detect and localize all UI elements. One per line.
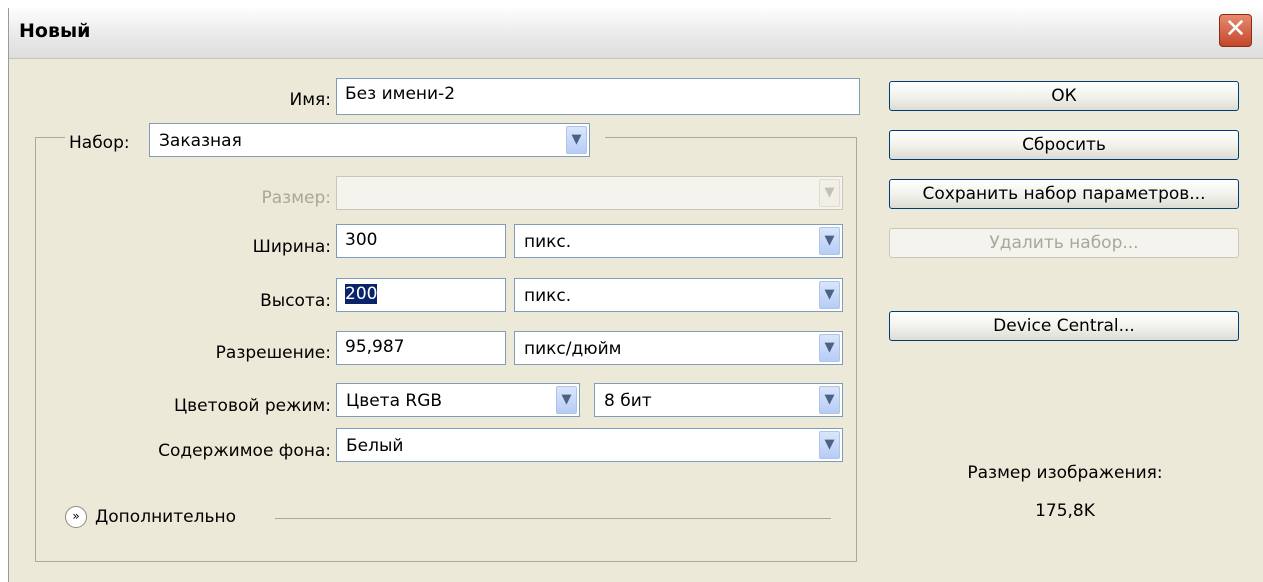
width-input[interactable]: 300: [336, 224, 506, 258]
name-value: Без имени-2: [345, 84, 456, 104]
resolution-label: Разрешение:: [215, 343, 331, 363]
image-size-label: Размер изображения:: [967, 463, 1163, 483]
width-unit-value: пикс.: [524, 232, 572, 252]
bit-depth-select[interactable]: 8 бит ▼: [594, 383, 843, 417]
resolution-unit-value: пикс/дюйм: [524, 339, 622, 359]
width-value: 300: [345, 230, 378, 250]
size-select: ▼: [336, 176, 843, 210]
color-mode-label: Цветовой режим:: [173, 396, 331, 416]
width-label: Ширина:: [252, 237, 331, 257]
chevron-down-icon[interactable]: ▼: [819, 386, 840, 414]
name-input[interactable]: Без имени-2: [336, 78, 860, 115]
preset-select[interactable]: Заказная ▼: [149, 123, 590, 157]
title-bar[interactable]: Новый ✕: [9, 8, 1263, 59]
name-label: Имя:: [289, 90, 332, 110]
expand-chevron-icon[interactable]: »: [65, 506, 87, 528]
size-label: Размер:: [261, 188, 331, 208]
group-border-left: [35, 137, 65, 138]
chevron-down-icon[interactable]: ▼: [819, 281, 840, 309]
reset-button[interactable]: Сбросить: [889, 130, 1239, 160]
chevron-down-icon: ▼: [819, 179, 840, 207]
advanced-divider: [275, 518, 831, 519]
device-central-button[interactable]: Device Central...: [889, 311, 1239, 341]
height-unit-select[interactable]: пикс. ▼: [514, 278, 843, 312]
height-input[interactable]: 200: [336, 278, 506, 312]
height-value: 200: [345, 284, 378, 304]
resolution-unit-select[interactable]: пикс/дюйм ▼: [514, 331, 843, 365]
close-icon[interactable]: ✕: [1219, 14, 1252, 47]
image-size-value: 175,8K: [1035, 501, 1095, 521]
group-border-right: [605, 137, 857, 138]
advanced-label[interactable]: Дополнительно: [95, 507, 236, 527]
dialog-title: Новый: [19, 20, 91, 42]
height-label: Высота:: [260, 291, 331, 311]
preset-label-text: Набор:: [69, 133, 130, 153]
ok-button[interactable]: ОК: [889, 81, 1239, 111]
new-document-dialog: Новый ✕ Имя: Без имени-2 Набор: Заказная…: [8, 8, 1263, 582]
background-value: Белый: [346, 436, 404, 456]
resolution-input[interactable]: 95,987: [336, 331, 506, 365]
chevron-down-icon[interactable]: ▼: [819, 431, 840, 459]
width-unit-select[interactable]: пикс. ▼: [514, 224, 843, 258]
color-mode-value: Цвета RGB: [346, 391, 443, 411]
chevron-down-icon[interactable]: ▼: [819, 227, 840, 255]
chevron-down-icon[interactable]: ▼: [566, 126, 587, 154]
color-mode-select[interactable]: Цвета RGB ▼: [336, 383, 580, 417]
chevron-down-icon[interactable]: ▼: [819, 334, 840, 362]
preset-label: Набор:: [69, 133, 130, 153]
resolution-value: 95,987: [345, 337, 405, 357]
background-label: Содержимое фона:: [158, 441, 331, 461]
save-preset-button[interactable]: Сохранить набор параметров...: [889, 179, 1239, 209]
chevron-down-icon[interactable]: ▼: [556, 386, 577, 414]
height-unit-value: пикс.: [524, 286, 572, 306]
delete-preset-button: Удалить набор...: [889, 228, 1239, 258]
background-select[interactable]: Белый ▼: [336, 428, 843, 462]
preset-value: Заказная: [159, 131, 242, 151]
bit-depth-value: 8 бит: [604, 391, 652, 411]
